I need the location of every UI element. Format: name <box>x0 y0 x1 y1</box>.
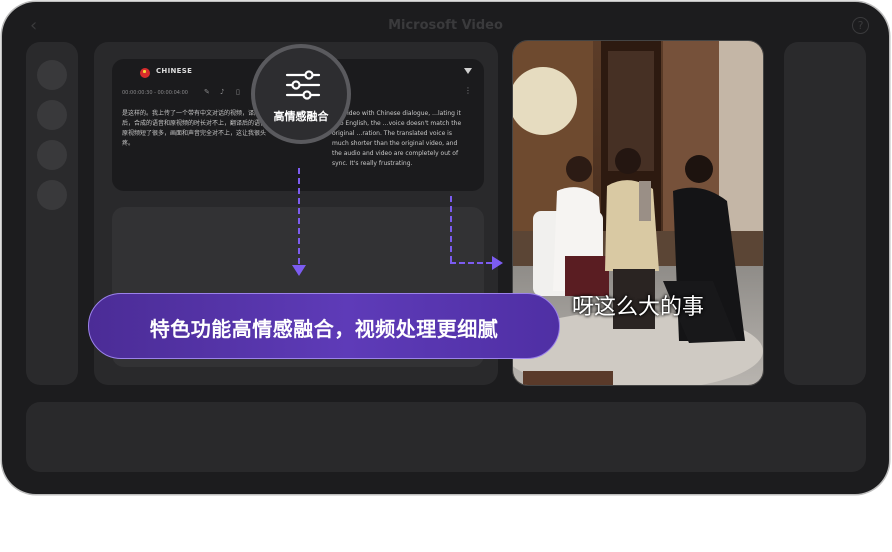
arrow-connector-right <box>450 262 492 264</box>
right-panel <box>784 42 866 385</box>
feature-badge-label: 高情感融合 <box>273 110 329 123</box>
promo-banner: 特色功能高情感融合，视频处理更细腻 <box>88 293 560 359</box>
toolbar-button-3[interactable] <box>37 140 67 170</box>
translated-subtitle-text[interactable]: …a video with Chinese dialogue, …lating … <box>332 109 462 169</box>
audio-icon[interactable]: ♪ <box>220 88 224 96</box>
toolbar-button-1[interactable] <box>37 60 67 90</box>
timecode: 00:00:00:30 - 00:00:04:00 <box>122 90 188 96</box>
filter-icon[interactable] <box>464 68 472 74</box>
split-icon[interactable]: ▯ <box>236 88 240 96</box>
more-icon[interactable]: ⋮ <box>464 86 472 95</box>
china-flag-icon <box>140 68 150 78</box>
source-subtitle-text[interactable]: 是这样的。我上传了一个带有中文对话的视频，译成英文后，合成的语音和原视频的时长对… <box>122 109 272 149</box>
language-label: CHINESE <box>156 67 193 75</box>
toolbar-button-4[interactable] <box>37 180 67 210</box>
feature-badge[interactable]: 高情感融合 <box>251 44 351 144</box>
arrow-connector-vertical <box>450 196 452 262</box>
arrow-down-icon <box>292 265 306 276</box>
promo-text: 特色功能高情感融合，视频处理更细腻 <box>149 317 499 341</box>
help-icon[interactable]: ? <box>852 17 869 34</box>
arrow-right-icon <box>492 256 503 270</box>
edit-icon[interactable]: ✎ <box>204 88 210 96</box>
sliders-icon <box>285 70 321 100</box>
left-toolbar <box>26 42 78 385</box>
timeline-bar <box>26 402 866 472</box>
arrow-connector-down <box>298 168 300 264</box>
toolbar-button-2[interactable] <box>37 100 67 130</box>
app-title: Microsoft Video <box>388 18 503 33</box>
